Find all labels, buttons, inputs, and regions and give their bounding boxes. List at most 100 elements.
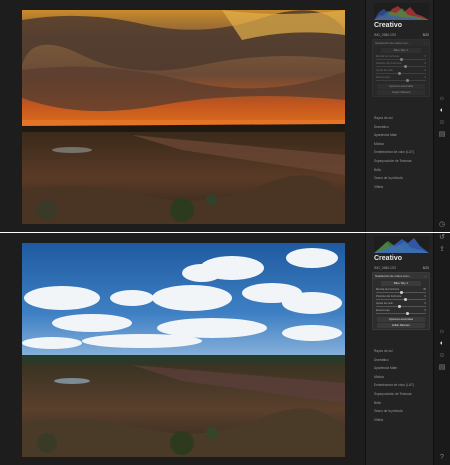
module-header-label: Sustitución de cielos com... [375, 274, 412, 278]
slider-value: 0 [424, 76, 426, 79]
slider-sky-adjust[interactable]: Ajuste de cielo 0 [376, 69, 426, 76]
layers-icon[interactable]: ▤ [437, 130, 447, 140]
slider-knob[interactable] [400, 291, 403, 294]
module-title: Creativo [374, 255, 403, 262]
palette-icon[interactable]: ◐ [437, 106, 447, 116]
section-mystical[interactable]: Místico [374, 373, 432, 382]
slider-value: 0 [424, 302, 426, 305]
advanced-options-button[interactable]: Opciones avanzadas [377, 84, 425, 89]
sun-icon[interactable]: ☼ [437, 327, 447, 337]
sky-replacement-module[interactable]: Sustitución de cielos con... ⋯ Blue Sky … [372, 39, 430, 97]
slider-horizon-position[interactable]: Posición del horizonte 0 [376, 62, 426, 69]
section-sun-rays[interactable]: Rayos de sol [374, 347, 432, 356]
image-viewer [0, 0, 365, 232]
palette-icon[interactable]: ◐ [437, 339, 447, 349]
slider-value: 30 [423, 288, 426, 291]
slider-knob[interactable] [406, 79, 409, 82]
layers-icon[interactable]: ▤ [437, 363, 447, 373]
slider-track [376, 73, 426, 74]
module-header-label: Sustitución de cielos con... [375, 41, 411, 45]
section-film-grain[interactable]: Grano de la película [374, 407, 432, 416]
slider-track [376, 80, 426, 81]
section-matte-look[interactable]: Apariencia Mate [374, 131, 432, 140]
slider-track [376, 299, 426, 300]
slider-label: Posición del horizonte [376, 62, 402, 65]
slider-horizon-position[interactable]: Posición del horizonte 0 [376, 295, 426, 302]
slider-label: Escena roja [376, 309, 390, 312]
section-texture-overlay[interactable]: Superposición de Texturas [374, 390, 432, 399]
section-color-lut[interactable]: Embelecedor de color (LUT) [374, 381, 432, 390]
image-count: 8/20 [422, 33, 429, 37]
section-dramatic[interactable]: Dramático [374, 123, 432, 132]
advanced-options-button[interactable]: Opciones avanzadas [377, 317, 425, 322]
tool-sections-list: Rayos de sol Dramático Apariencia Mate M… [374, 347, 432, 424]
slider-label: Ajuste de cielo [376, 69, 393, 72]
screenshot-after: Creativo IMG_0586.CR2 8/20 Sustitución d… [0, 233, 450, 465]
slider-value: 0 [424, 55, 426, 58]
slider-track [376, 313, 426, 314]
photo-blue-sky-landscape [22, 243, 345, 457]
slider-track [376, 306, 426, 307]
slider-label: Mezcla de horizonte [376, 288, 400, 291]
section-vignette[interactable]: Viñeta [374, 183, 432, 192]
histogram [374, 3, 429, 20]
section-glow[interactable]: Brillo [374, 166, 432, 175]
slider-knob[interactable] [398, 72, 401, 75]
settings-icon[interactable]: ⋯ [424, 274, 427, 278]
slider-label: Mezcla de horizonte [376, 55, 400, 58]
slider-knob[interactable] [398, 305, 401, 308]
section-texture-overlay[interactable]: Superposición de Texturas [374, 157, 432, 166]
tool-strip: ☼ ◐ ☺ ▤ ◷ [433, 0, 450, 232]
load-mask-button[interactable]: Cargar Máscara [377, 90, 425, 95]
slider-red-scene[interactable]: Escena roja 0 [376, 76, 426, 83]
filename: IMG_0586.CR2 [374, 266, 397, 270]
history-icon[interactable]: ↺ [437, 233, 447, 243]
slider-sky-adjust[interactable]: Ajuste de cielo 0 [376, 302, 426, 309]
slider-value: 0 [424, 62, 426, 65]
sky-replacement-module[interactable]: Sustitución de cielos com... ⋯ Blue Sky … [372, 272, 430, 330]
photo-sunset-landscape [22, 10, 345, 224]
face-icon[interactable]: ☺ [437, 351, 447, 361]
slider-knob[interactable] [403, 298, 407, 301]
section-film-grain[interactable]: Grano de la película [374, 174, 432, 183]
slider-label: Escena roja [376, 76, 390, 79]
section-sun-rays[interactable]: Rayos de sol [374, 114, 432, 123]
settings-icon[interactable]: ⋯ [424, 41, 427, 45]
slider-value: 0 [424, 309, 426, 312]
slider-knob[interactable] [400, 58, 403, 61]
clock-icon[interactable]: ◷ [437, 220, 447, 230]
tool-strip: ↺ ⇪ ☼ ◐ ☺ ▤ ? [433, 233, 450, 465]
histogram [374, 236, 429, 253]
screenshot-before: Creativo IMG_0586.CR2 8/20 Sustitución d… [0, 0, 450, 232]
module-title: Creativo [374, 22, 403, 29]
filename: IMG_0586.CR2 [374, 33, 397, 37]
module-header[interactable]: Sustitución de cielos con... ⋯ [373, 40, 429, 46]
face-icon[interactable]: ☺ [437, 118, 447, 128]
image-count: 8/20 [422, 266, 429, 270]
module-header[interactable]: Sustitución de cielos com... ⋯ [373, 273, 429, 279]
slider-horizon-blend[interactable]: Mezcla de horizonte 0 [376, 55, 426, 62]
slider-knob[interactable] [406, 312, 409, 315]
slider-red-scene[interactable]: Escena roja 0 [376, 309, 426, 316]
sky-preset-select[interactable]: Blue Sky 1 [381, 48, 421, 53]
slider-horizon-blend[interactable]: Mezcla de horizonte 30 [376, 288, 426, 295]
slider-track [376, 66, 426, 67]
sky-preset-select[interactable]: Blue Sky 1 [381, 281, 421, 286]
section-vignette[interactable]: Viñeta [374, 416, 432, 425]
section-dramatic[interactable]: Dramático [374, 356, 432, 365]
tool-sections-list: Rayos de sol Dramático Apariencia Mate M… [374, 114, 432, 191]
slider-label: Ajuste de cielo [376, 302, 393, 305]
slider-value: 0 [424, 69, 426, 72]
help-icon[interactable]: ? [437, 453, 447, 463]
edit-mask-button[interactable]: Editar Máscara [377, 323, 425, 328]
image-viewer [0, 233, 365, 465]
section-color-lut[interactable]: Embelecedor de color (LUT) [374, 148, 432, 157]
slider-knob[interactable] [403, 65, 407, 68]
right-panel: Creativo IMG_0586.CR2 8/20 Sustitución d… [365, 233, 433, 465]
sun-icon[interactable]: ☼ [437, 94, 447, 104]
section-mystical[interactable]: Místico [374, 140, 432, 149]
export-icon[interactable]: ⇪ [437, 245, 447, 255]
slider-value: 0 [424, 295, 426, 298]
section-matte-look[interactable]: Apariencia Mate [374, 364, 432, 373]
section-glow[interactable]: Brillo [374, 399, 432, 408]
